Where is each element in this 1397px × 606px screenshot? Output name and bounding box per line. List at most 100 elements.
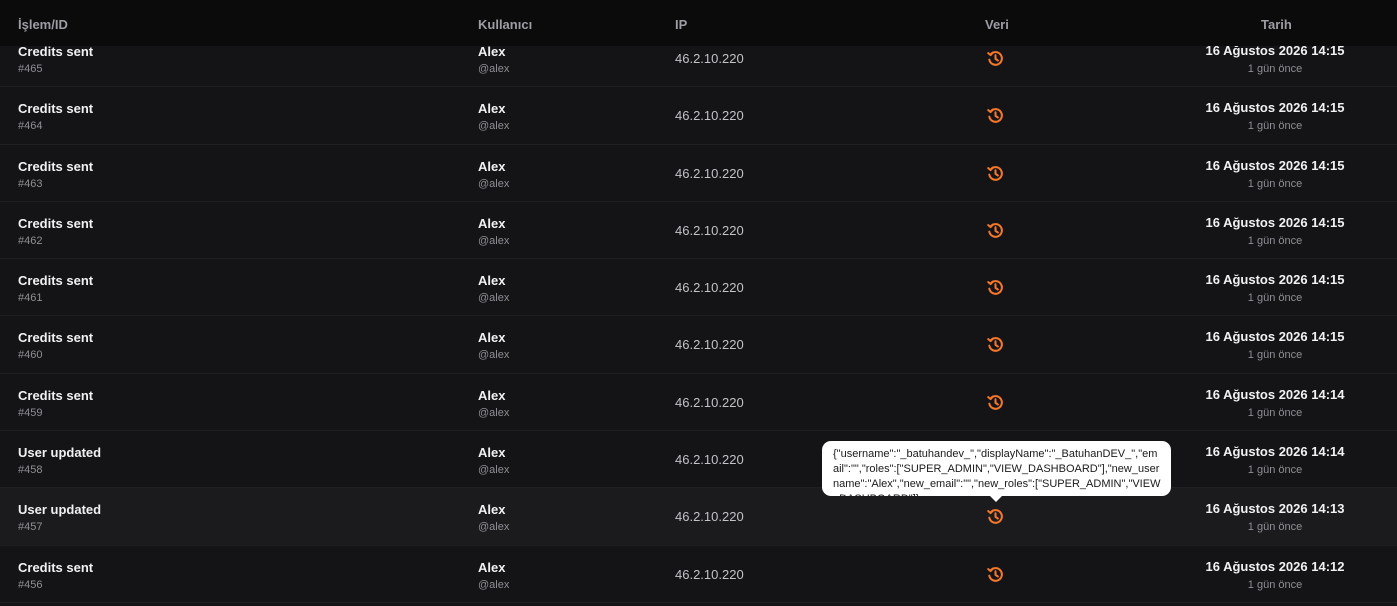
action-name: Credits sent — [18, 44, 94, 59]
user-name[interactable]: Alex — [478, 445, 505, 461]
action-id: #456 — [18, 578, 43, 591]
user-handle: @alex — [478, 63, 510, 75]
date-cell: 16 Ağustos 2026 14:15 1 gün önce — [1170, 87, 1380, 133]
user-name[interactable]: Alex — [478, 101, 505, 117]
date-relative: 1 gün önce — [1247, 464, 1303, 477]
header-user[interactable]: Kullanıcı — [478, 17, 532, 33]
action-id: #465 — [18, 63, 43, 75]
table-body: Credits sent #465 Alex @alex 46.2.10.220 16 A… — [0, 30, 1397, 603]
action-id: #462 — [18, 234, 43, 247]
action-id: #459 — [18, 406, 43, 419]
date-relative: 1 gün önce — [1247, 120, 1303, 133]
ip-address: 46.2.10.220 — [675, 452, 744, 468]
date-cell: 16 Ağustos 2026 14:15 1 gün önce — [1170, 259, 1380, 305]
date-absolute: 16 Ağustos 2026 14:15 — [1205, 329, 1345, 345]
user-handle: @alex — [478, 177, 510, 190]
ip-address: 46.2.10.220 — [675, 222, 744, 238]
action-id: #463 — [18, 177, 43, 190]
action-id: #458 — [18, 464, 43, 477]
user-name[interactable]: Alex — [478, 388, 505, 404]
table-row[interactable]: User updated #457 Alex @alex 46.2.10.220 16 A… — [0, 488, 1397, 546]
history-icon[interactable] — [986, 335, 1005, 354]
history-icon[interactable] — [986, 221, 1005, 240]
history-icon[interactable] — [986, 278, 1005, 297]
date-cell: 16 Ağustos 2026 14:14 1 gün önce — [1170, 431, 1380, 477]
date-absolute: 16 Ağustos 2026 14:14 — [1205, 386, 1345, 402]
table-row[interactable]: Credits sent #463 Alex @alex 46.2.10.220 16 A… — [0, 145, 1397, 202]
date-absolute: 16 Ağustos 2026 14:14 — [1205, 444, 1345, 460]
user-name[interactable]: Alex — [478, 273, 505, 289]
user-name[interactable]: Alex — [478, 502, 505, 518]
user-handle: @alex — [478, 349, 510, 362]
ip-address: 46.2.10.220 — [675, 509, 744, 525]
table-row[interactable]: Credits sent #456 Alex @alex 46.2.10.220 16 A… — [0, 546, 1397, 603]
user-name[interactable]: Alex — [478, 216, 505, 232]
table-row[interactable]: Credits sent #459 Alex @alex 46.2.10.220 16 A… — [0, 374, 1397, 432]
action-id: #460 — [18, 349, 43, 362]
action-id: #461 — [18, 292, 43, 305]
history-icon[interactable] — [986, 106, 1005, 125]
user-handle: @alex — [478, 578, 510, 591]
ip-address: 46.2.10.220 — [675, 280, 744, 296]
date-cell: 16 Ağustos 2026 14:15 1 gün önce — [1170, 145, 1380, 191]
action-name: Credits sent — [18, 101, 94, 117]
history-icon[interactable] — [986, 565, 1005, 584]
date-cell: 16 Ağustos 2026 14:14 1 gün önce — [1170, 374, 1380, 420]
user-name[interactable]: Alex — [478, 330, 505, 346]
table-row[interactable]: Credits sent #464 Alex @alex 46.2.10.220 16 A… — [0, 87, 1397, 145]
date-cell: 16 Ağustos 2026 14:12 1 gün önce — [1170, 546, 1380, 592]
date-relative: 1 gün önce — [1247, 521, 1303, 534]
header-data[interactable]: Veri — [985, 17, 1009, 33]
history-icon[interactable] — [986, 164, 1005, 183]
user-handle: @alex — [478, 406, 510, 419]
user-name[interactable]: Alex — [478, 159, 505, 175]
date-absolute: 16 Ağustos 2026 14:15 — [1205, 214, 1345, 230]
date-absolute: 16 Ağustos 2026 14:15 — [1205, 272, 1345, 288]
date-relative: 1 gün önce — [1247, 292, 1303, 305]
date-relative: 1 gün önce — [1247, 63, 1303, 75]
date-relative: 1 gün önce — [1247, 578, 1303, 591]
action-id: #457 — [18, 521, 43, 534]
tooltip-arrow — [989, 495, 1003, 502]
user-name[interactable]: Alex — [478, 44, 505, 60]
user-handle: @alex — [478, 234, 510, 247]
action-name: Credits sent — [18, 273, 94, 289]
date-relative: 1 gün önce — [1247, 406, 1303, 419]
date-absolute: 16 Ağustos 2026 14:15 — [1205, 157, 1345, 173]
ip-address: 46.2.10.220 — [675, 337, 744, 353]
ip-address: 46.2.10.220 — [675, 108, 744, 124]
action-name: User updated — [18, 445, 102, 461]
date-cell: 16 Ağustos 2026 14:13 1 gün önce — [1170, 488, 1380, 534]
action-id: #464 — [18, 120, 43, 133]
action-name: Credits sent — [18, 559, 94, 575]
ip-address: 46.2.10.220 — [675, 165, 744, 181]
date-absolute: 16 Ağustos 2026 14:12 — [1205, 558, 1345, 574]
date-absolute: 16 Ağustos 2026 14:13 — [1205, 501, 1345, 517]
table-row[interactable]: Credits sent #460 Alex @alex 46.2.10.220 16 A… — [0, 316, 1397, 374]
history-icon[interactable] — [986, 507, 1005, 526]
action-name: Credits sent — [18, 158, 94, 174]
header-action-id[interactable]: İşlem/ID — [18, 17, 68, 33]
date-relative: 1 gün önce — [1247, 349, 1303, 362]
date-cell: 16 Ağustos 2026 14:15 1 gün önce — [1170, 316, 1380, 362]
header-date[interactable]: Tarih — [1261, 17, 1292, 33]
user-handle: @alex — [478, 521, 510, 534]
table-header: İşlem/ID Kullanıcı IP Veri Tarih — [0, 0, 1397, 46]
table-row[interactable]: Credits sent #461 Alex @alex 46.2.10.220 16 A… — [0, 259, 1397, 317]
user-handle: @alex — [478, 464, 510, 477]
ip-address: 46.2.10.220 — [675, 394, 744, 410]
history-icon[interactable] — [986, 49, 1005, 68]
header-ip[interactable]: IP — [675, 17, 687, 33]
activity-log-table: İşlem/ID Kullanıcı IP Veri Tarih Credits… — [0, 0, 1397, 606]
date-absolute: 16 Ağustos 2026 14:15 — [1205, 100, 1345, 116]
table-row[interactable]: Credits sent #462 Alex @alex 46.2.10.220 16 A… — [0, 202, 1397, 260]
table-row[interactable]: User updated #458 Alex @alex 46.2.10.220 16 A… — [0, 431, 1397, 489]
action-name: User updated — [18, 502, 102, 518]
user-handle: @alex — [478, 292, 510, 305]
date-cell: 16 Ağustos 2026 14:15 1 gün önce — [1170, 202, 1380, 248]
user-name[interactable]: Alex — [478, 560, 505, 576]
history-icon[interactable] — [986, 393, 1005, 412]
ip-address: 46.2.10.220 — [675, 566, 744, 582]
action-name: Credits sent — [18, 387, 94, 403]
data-tooltip: {"username":"_batuhandev_","displayName"… — [822, 441, 1171, 496]
